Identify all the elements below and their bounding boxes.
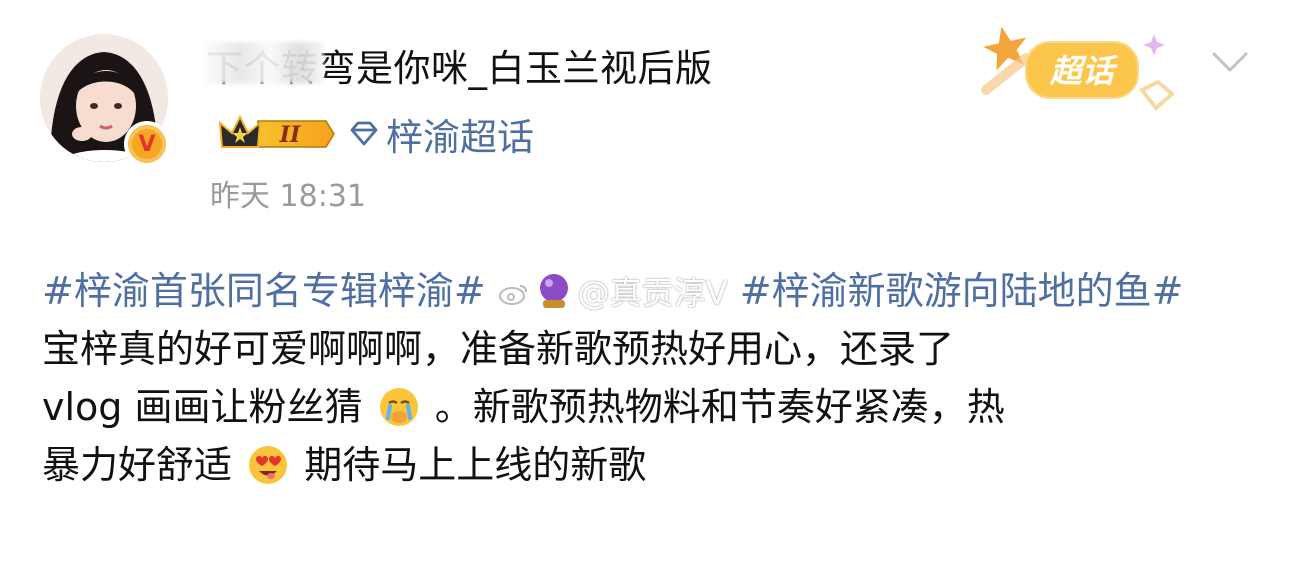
diamond-icon <box>350 121 378 146</box>
supertopic-badge[interactable]: 超话 <box>980 20 1180 120</box>
content-text: 期待马上上线的新歌 <box>304 443 647 487</box>
post-content: #梓渝首张同名专辑梓渝# @真贡淳V #梓渝新歌游向陆地的鱼# 宝梓真的好可爱啊… <box>42 262 1252 494</box>
username-blur-mask <box>205 42 323 84</box>
svg-text:II: II <box>279 122 301 148</box>
weibo-logo-icon <box>498 285 527 305</box>
topic-tag-label: 梓渝超话 <box>386 116 534 159</box>
crying-emoji-icon <box>378 386 420 428</box>
timestamp: 昨天 18:31 <box>210 179 366 214</box>
content-line-3: vlog 画画让粉丝猜 。新歌预热物料和节奏好紧凑，热 <box>42 378 1252 436</box>
verified-v-badge-icon: V <box>124 121 170 167</box>
content-text: 。新歌预热物料和节奏好紧凑，热 <box>434 385 1005 429</box>
svg-text:超话: 超话 <box>1049 52 1118 90</box>
content-text: vlog 画画让粉丝猜 <box>42 385 363 429</box>
crown-level-icon[interactable]: II <box>218 113 336 155</box>
supertopic-link[interactable]: 梓渝超话 <box>346 107 534 161</box>
watermark-text: @真贡淳V <box>577 274 728 312</box>
content-line-2: 宝梓真的好可爱啊啊啊，准备新歌预热好用心，还录了 <box>42 327 955 371</box>
hashtag-link[interactable]: #梓渝首张同名专辑梓渝# <box>42 269 486 313</box>
heart-eyes-emoji-icon <box>247 444 289 486</box>
content-text: 暴力好舒适 <box>42 443 233 487</box>
watermark: @真贡淳V <box>498 274 728 312</box>
hashtag-link[interactable]: #梓渝新歌游向陆地的鱼# <box>740 269 1184 313</box>
crystal-ball-emoji-icon <box>533 270 575 312</box>
chevron-down-icon[interactable] <box>1210 48 1250 76</box>
content-line-1: #梓渝首张同名专辑梓渝# @真贡淳V #梓渝新歌游向陆地的鱼# <box>42 262 1252 320</box>
content-line-4: 暴力好舒适 期待马上上线的新歌 <box>42 436 1252 494</box>
